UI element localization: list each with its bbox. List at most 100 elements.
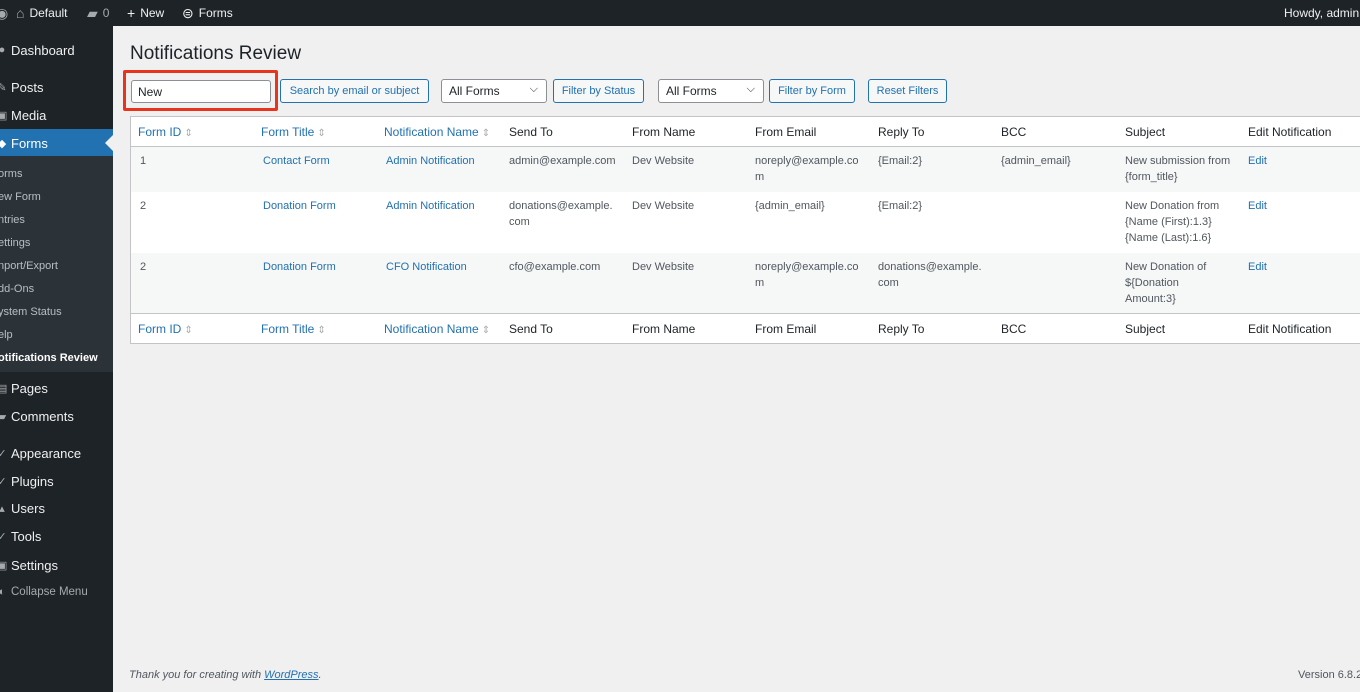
submenu-import-export[interactable]: nport/Export bbox=[0, 256, 58, 276]
forms-link[interactable]: ⊜ Forms bbox=[182, 0, 233, 26]
menu-media[interactable]: ▣ Media bbox=[0, 101, 113, 129]
menu-forms[interactable]: ◆ Forms bbox=[0, 129, 113, 157]
menu-users[interactable]: ▴ Users bbox=[0, 494, 113, 522]
menu-label: Users bbox=[11, 500, 45, 516]
media-icon: ▣ bbox=[0, 109, 8, 122]
menu-label: Comments bbox=[11, 408, 74, 424]
settings-icon: ▣ bbox=[0, 559, 8, 572]
column-label: Form ID bbox=[138, 322, 182, 336]
cell-form-id: 2 bbox=[140, 261, 147, 273]
footer-version: Version 6.8.2 bbox=[1298, 669, 1360, 681]
menu-label: Posts bbox=[11, 79, 44, 95]
submenu-system-status[interactable]: ystem Status bbox=[0, 302, 62, 322]
comment-icon: ▰ bbox=[0, 410, 7, 423]
cell-send-to-cont: com bbox=[509, 216, 530, 228]
col-form-title[interactable]: Form Title ⇕ bbox=[261, 322, 326, 336]
menu-pages[interactable]: ▤ Pages bbox=[0, 374, 113, 402]
menu-label: Settings bbox=[11, 557, 58, 573]
form-select[interactable]: All Forms ⌵ bbox=[658, 79, 764, 103]
plus-icon: + bbox=[127, 5, 136, 21]
forms-label: Forms bbox=[198, 6, 233, 20]
cell-notification-name[interactable]: Admin Notification bbox=[386, 153, 475, 169]
cell-from-email: noreply@example.co bbox=[755, 261, 859, 273]
table-row: 2 Donation Form CFO Notification cfo@exa… bbox=[131, 253, 1360, 313]
edit-link[interactable]: Edit bbox=[1248, 153, 1267, 169]
search-input[interactable] bbox=[131, 80, 271, 103]
col-from-name: From Name bbox=[632, 322, 696, 336]
menu-dashboard[interactable]: ● Dashboard bbox=[0, 36, 113, 64]
cell-from-email-cont: m bbox=[755, 277, 765, 289]
cell-form-title[interactable]: Donation Form bbox=[263, 259, 336, 275]
sort-icon: ⇕ bbox=[481, 128, 491, 139]
menu-plugins[interactable]: ✓ Plugins bbox=[0, 467, 113, 495]
new-content-link[interactable]: + New bbox=[127, 0, 164, 26]
menu-label: Forms bbox=[11, 135, 48, 151]
cell-form-id: 1 bbox=[140, 155, 147, 167]
footer-thanks: Thank you for creating with WordPress. bbox=[129, 669, 322, 681]
forms-icon: ⊜ bbox=[182, 5, 194, 21]
collapse-menu-button[interactable]: ◐ Collapse Menu bbox=[0, 578, 113, 606]
edit-link[interactable]: Edit bbox=[1248, 198, 1267, 214]
comments-link[interactable]: ▰ 0 bbox=[87, 0, 109, 26]
submenu-new-form[interactable]: ew Form bbox=[0, 187, 41, 207]
cell-subject-cont: ${Donation bbox=[1125, 277, 1179, 289]
wordpress-link[interactable]: WordPress bbox=[264, 669, 318, 681]
sort-icon: ⇕ bbox=[481, 325, 491, 336]
submenu-add-ons[interactable]: dd-Ons bbox=[0, 279, 34, 299]
submenu-forms[interactable]: orms bbox=[0, 164, 22, 184]
admin-menu: ● Dashboard ✎ Posts ▣ Media ◆ Forms orms ew … bbox=[0, 26, 113, 692]
menu-label: Pages bbox=[11, 380, 48, 396]
cell-reply-to: donations@example. bbox=[878, 261, 982, 273]
status-select[interactable]: All Forms ⌵ bbox=[441, 79, 547, 103]
filter-by-status-button[interactable]: Filter by Status bbox=[553, 79, 644, 103]
site-name: Default bbox=[29, 6, 68, 20]
table-header: Form ID ⇕ Form Title ⇕ Notification Name ⇕ … bbox=[131, 117, 1360, 147]
cell-subject-cont: {Name (Last):1.6} bbox=[1125, 232, 1212, 244]
search-button[interactable]: Search by email or subject bbox=[280, 79, 429, 103]
cell-send-to: donations@example. bbox=[509, 200, 613, 212]
cell-form-title[interactable]: Contact Form bbox=[263, 153, 330, 169]
column-label: Form ID bbox=[138, 125, 182, 139]
submenu-settings[interactable]: ettings bbox=[0, 233, 30, 253]
menu-appearance[interactable]: ✓ Appearance bbox=[0, 439, 113, 467]
my-account[interactable]: Howdy, admin bbox=[1284, 0, 1360, 26]
table-footer: Form ID ⇕ Form Title ⇕ Notification Name ⇕ … bbox=[131, 313, 1360, 343]
cell-subject: New submission from bbox=[1125, 155, 1231, 167]
wordpress-logo[interactable]: ◉ bbox=[0, 0, 8, 26]
cell-form-id: 2 bbox=[140, 200, 147, 212]
chevron-down-icon: ⌵ bbox=[746, 83, 755, 95]
chevron-down-icon: ⌵ bbox=[529, 83, 538, 95]
col-notification-name[interactable]: Notification Name ⇕ bbox=[384, 322, 490, 336]
comment-icon: ▰ bbox=[87, 5, 98, 21]
menu-label: Tools bbox=[11, 528, 42, 544]
status-select-value: All Forms bbox=[449, 84, 500, 98]
cell-reply-to-cont: com bbox=[878, 277, 899, 289]
cell-form-title[interactable]: Donation Form bbox=[263, 198, 336, 214]
menu-tools[interactable]: ✓ Tools bbox=[0, 522, 113, 550]
menu-posts[interactable]: ✎ Posts bbox=[0, 73, 113, 101]
col-from-email: From Email bbox=[755, 125, 817, 139]
submenu-entries[interactable]: ntries bbox=[0, 210, 25, 230]
cell-bcc: {admin_email} bbox=[1001, 155, 1071, 167]
menu-comments[interactable]: ▰ Comments bbox=[0, 402, 113, 430]
col-form-id[interactable]: Form ID ⇕ bbox=[138, 125, 193, 139]
home-icon: ⌂ bbox=[16, 5, 25, 21]
cell-from-name: Dev Website bbox=[632, 155, 695, 167]
site-name-link[interactable]: ⌂ Default bbox=[16, 0, 68, 26]
filter-by-form-button[interactable]: Filter by Form bbox=[769, 79, 855, 103]
submenu-notifications-review[interactable]: otifications Review bbox=[0, 348, 98, 368]
submenu-help[interactable]: elp bbox=[0, 325, 13, 345]
cell-notification-name[interactable]: Admin Notification bbox=[386, 198, 475, 214]
menu-settings[interactable]: ▣ Settings bbox=[0, 551, 113, 579]
cell-from-name: Dev Website bbox=[632, 261, 695, 273]
reset-filters-button[interactable]: Reset Filters bbox=[868, 79, 947, 103]
cell-subject: New Donation from bbox=[1125, 200, 1220, 212]
edit-link[interactable]: Edit bbox=[1248, 259, 1267, 275]
menu-label: Dashboard bbox=[11, 42, 75, 58]
col-form-id[interactable]: Form ID ⇕ bbox=[138, 322, 193, 336]
col-form-title[interactable]: Form Title ⇕ bbox=[261, 125, 326, 139]
cell-notification-name[interactable]: CFO Notification bbox=[386, 259, 467, 275]
col-notification-name[interactable]: Notification Name ⇕ bbox=[384, 125, 490, 139]
cell-from-name: Dev Website bbox=[632, 200, 695, 212]
new-label: New bbox=[140, 6, 165, 20]
